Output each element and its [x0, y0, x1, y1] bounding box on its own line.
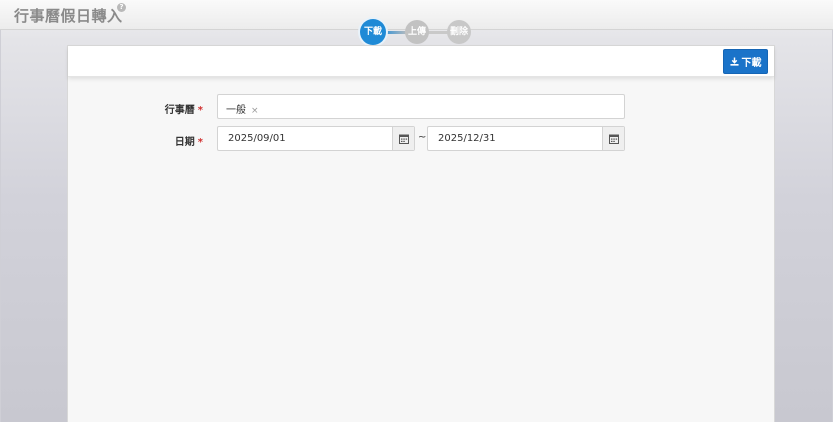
- step-indicator: 下載 上傳 刪除: [360, 19, 480, 45]
- calendar-label: 行事曆 *: [143, 101, 203, 116]
- date-label-text: 日期: [174, 137, 195, 148]
- date-label: 日期 *: [143, 133, 203, 148]
- start-date-picker-button[interactable]: [392, 127, 414, 150]
- end-date-picker-button[interactable]: [602, 127, 624, 150]
- card-toolbar: 下載: [68, 46, 774, 77]
- help-icon[interactable]: ?: [117, 3, 126, 12]
- required-mark: *: [197, 105, 203, 116]
- form-card: 下載 行事曆 * 一般 × 日期 * 2025/09/01 ~ 2025/12/31: [67, 45, 775, 422]
- calendar-select[interactable]: 一般 ×: [217, 94, 625, 119]
- step-upload[interactable]: 上傳: [405, 20, 429, 44]
- date-range-separator: ~: [418, 132, 427, 143]
- calendar-icon: [608, 134, 619, 144]
- start-date-field[interactable]: 2025/09/01: [217, 126, 415, 151]
- end-date-input[interactable]: 2025/12/31: [438, 133, 496, 144]
- calendar-icon: [398, 134, 409, 144]
- page-title: 行事曆假日轉入: [14, 7, 123, 25]
- download-icon: [729, 57, 739, 66]
- download-button[interactable]: 下載: [723, 49, 768, 74]
- step-download[interactable]: 下載: [360, 19, 386, 45]
- download-button-label: 下載: [741, 58, 762, 69]
- start-date-input[interactable]: 2025/09/01: [228, 133, 286, 144]
- calendar-label-text: 行事曆: [164, 105, 195, 116]
- end-date-field[interactable]: 2025/12/31: [427, 126, 625, 151]
- calendar-tag: 一般 ×: [226, 101, 259, 116]
- tag-remove-icon[interactable]: ×: [251, 106, 259, 116]
- calendar-tag-label: 一般: [226, 105, 246, 116]
- step-delete[interactable]: 刪除: [447, 20, 471, 44]
- required-mark: *: [197, 137, 203, 148]
